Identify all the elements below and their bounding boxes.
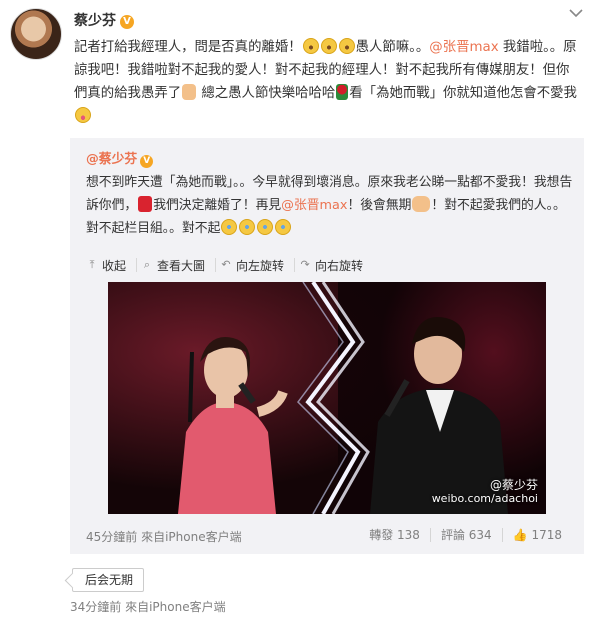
post-text-5: 看「為她而戰」你就知道他怎會不愛我 xyxy=(349,86,577,101)
image-toolbar: ⤒ 收起 ⌕ 查看大圖 ↶ 向左旋转 ↷ 向右旋转 xyxy=(86,258,377,273)
like-button[interactable]: 👍 1718 xyxy=(501,528,572,542)
thumbs-up-icon: 👍 xyxy=(512,528,528,542)
crying-face-emoji xyxy=(275,219,292,235)
quoted-post: @蔡少芬 V 想不到昨天遭「為她而戰」。。今早就得到壞消息。原來我老公睇一點都不愛… xyxy=(70,138,584,554)
waving-hand-emoji xyxy=(412,196,431,212)
repost-count[interactable]: 轉發 138 xyxy=(359,528,430,542)
comment-count[interactable]: 評論 634 xyxy=(429,528,502,542)
quoted-text-2: 我們決定離婚了！再見 xyxy=(153,198,282,213)
verified-badge-icon: V xyxy=(140,155,154,168)
collapse-label: 收起 xyxy=(102,258,127,273)
shocked-face-emoji xyxy=(320,38,337,54)
broken-heart-emoji xyxy=(138,196,153,212)
peace-hand-emoji xyxy=(182,84,197,100)
crying-face-emoji xyxy=(257,219,274,235)
quoted-body: @蔡少芬 V 想不到昨天遭「為她而戰」。。今早就得到壞消息。原來我老公睇一點都不愛… xyxy=(86,148,574,240)
post-body: 記者打給我經理人，問是否真的離婚！ 愚人節嘛。。@张晋max 我錯啦。。原諒我吧！… xyxy=(74,36,580,128)
rotate-left-icon: ↶ xyxy=(221,258,231,271)
rotate-right-button[interactable]: ↷ 向右旋转 xyxy=(299,258,373,273)
tongue-face-emoji xyxy=(75,107,91,123)
post-text-1: 記者打給我經理人，問是否真的離婚！ xyxy=(74,40,302,55)
mention-link[interactable]: @张晋max xyxy=(429,40,498,55)
crying-face-emoji xyxy=(239,219,256,235)
collapse-icon: ⤒ xyxy=(89,258,95,271)
watermark-name: @蔡少芬 xyxy=(489,478,538,492)
rotate-left-label: 向左旋转 xyxy=(236,258,285,273)
view-large-button[interactable]: ⌕ 查看大圖 xyxy=(141,258,217,273)
quoted-stats: 轉發 138 評論 634 👍 1718 xyxy=(359,528,572,542)
author-name[interactable]: 蔡少芬 V xyxy=(74,10,134,30)
shocked-face-emoji xyxy=(338,38,355,54)
photo-watermark: @蔡少芬 weibo.com/adachoi xyxy=(432,478,538,506)
rotate-right-label: 向右旋转 xyxy=(315,258,364,273)
crying-face-emoji xyxy=(221,219,238,235)
post-timestamp[interactable]: 34分鐘前 來自iPhone客户端 xyxy=(70,598,226,615)
weibo-post: 蔡少芬 V 記者打給我經理人，問是否真的離婚！ 愚人節嘛。。@张晋max 我錯啦。。… xyxy=(0,0,593,619)
comment-tag[interactable]: 后会无期 xyxy=(72,568,145,592)
rose-emoji xyxy=(336,84,349,100)
avatar[interactable] xyxy=(10,8,62,60)
verified-badge-icon: V xyxy=(120,15,134,29)
rotate-left-button[interactable]: ↶ 向左旋转 xyxy=(220,258,296,273)
quoted-text-3: ！後會無期 xyxy=(347,198,412,213)
collapse-button[interactable]: ⤒ 收起 xyxy=(86,258,138,273)
shocked-face-emoji xyxy=(302,38,319,54)
post-photo[interactable]: @蔡少芬 weibo.com/adachoi xyxy=(108,282,546,514)
like-count: 1718 xyxy=(531,528,562,542)
quoted-author-link[interactable]: @蔡少芬 xyxy=(86,152,137,167)
author-name-text[interactable]: 蔡少芬 xyxy=(74,13,116,29)
chevron-down-icon[interactable] xyxy=(569,8,583,18)
quoted-timestamp[interactable]: 45分鐘前 來自iPhone客户端 xyxy=(86,528,242,545)
rotate-right-icon: ↷ xyxy=(300,258,310,271)
mention-link[interactable]: @张晋max xyxy=(281,198,347,213)
post-text-2: 愚人節嘛。。 xyxy=(355,40,430,55)
watermark-url: weibo.com/adachoi xyxy=(431,492,538,505)
zoom-icon: ⌕ xyxy=(143,258,151,271)
view-large-label: 查看大圖 xyxy=(157,258,206,273)
post-text-4: 總之愚人節快樂哈哈哈 xyxy=(197,86,336,101)
